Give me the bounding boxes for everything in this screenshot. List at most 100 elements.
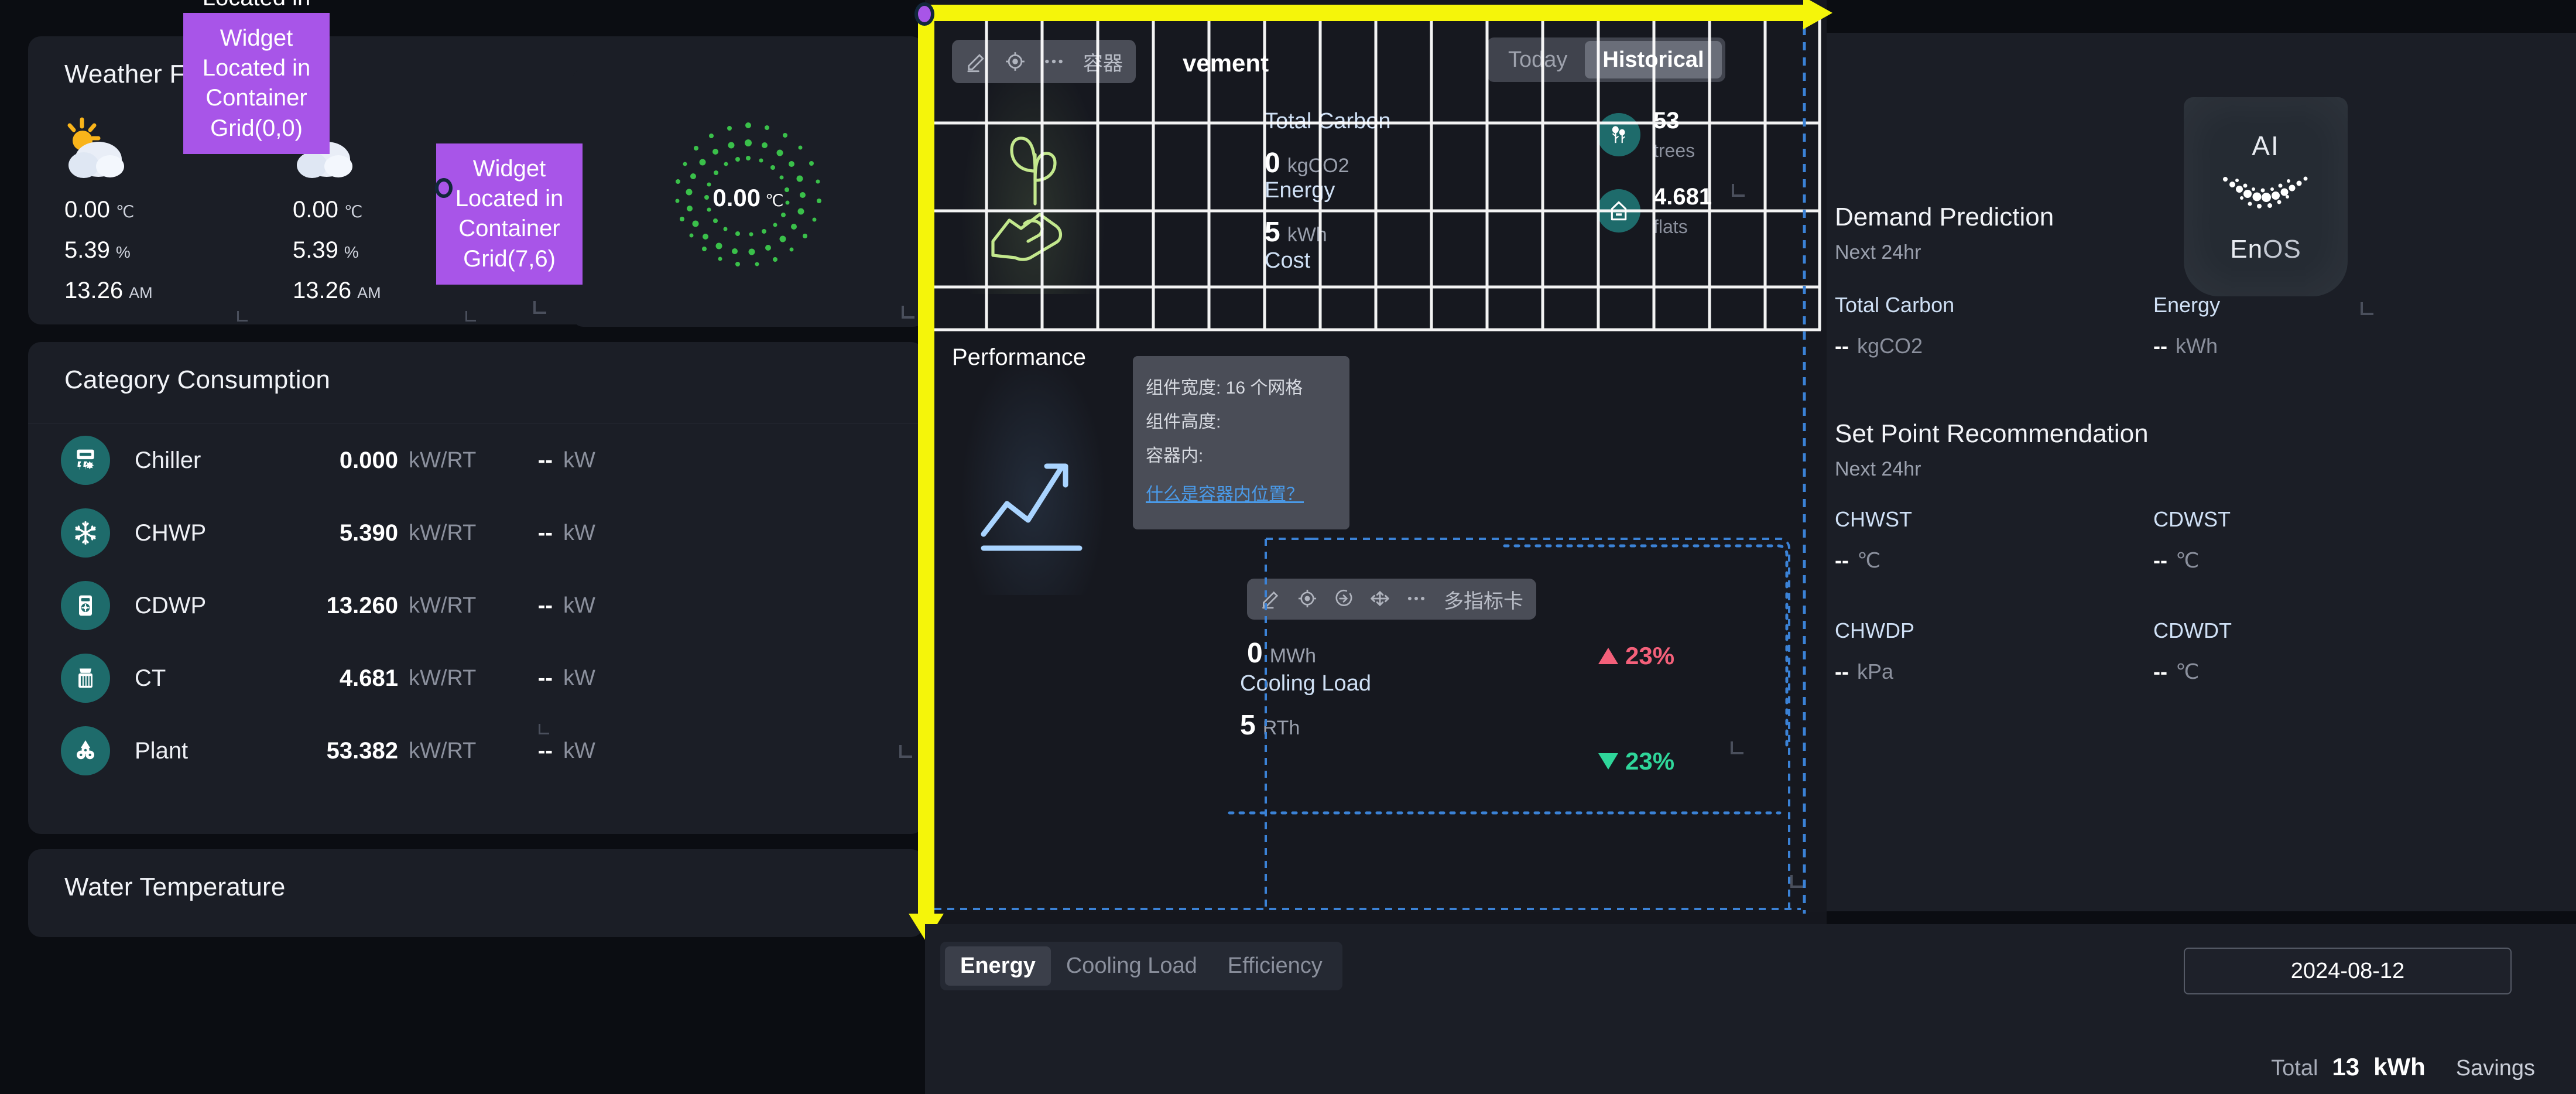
cell-label: Energy [2153, 293, 2221, 317]
demand-prediction-subtitle: Next 24hr [1835, 241, 1921, 264]
setpoint-recommendation-subtitle: Next 24hr [1835, 458, 1921, 480]
tab-cooling-load[interactable]: Cooling Load [1051, 946, 1212, 986]
tooltip-line-width: 组件宽度: 16 个网格 [1146, 378, 1303, 398]
enos-smile-icon [2216, 170, 2315, 222]
water-temperature-card: Water Temperature [28, 849, 924, 937]
weather-temp-value: 0.00 [293, 197, 338, 223]
table-row[interactable]: CT 4.681 kW/RT -- kW [28, 642, 924, 714]
right-panel: AI EnOS Demand Prediction Next 24hr Tota… [1827, 33, 2576, 911]
snowflake-icon [61, 508, 110, 558]
side-stat-trees: 53 trees [1597, 108, 1695, 162]
cell-unit: ℃ [2175, 548, 2200, 572]
chiller-icon [61, 436, 110, 485]
demand-cell-energy: Energy -- kWh [2153, 293, 2220, 358]
table-cell-unit: kW/RT [409, 593, 477, 618]
cell-number: -- [1835, 659, 1849, 683]
demand-prediction-title: Demand Prediction [1835, 203, 2054, 231]
trees-icon [1597, 113, 1640, 156]
table-cell-value: 53.382 [326, 737, 398, 764]
table-row[interactable]: CDWP 13.260 kW/RT -- kW [28, 569, 924, 642]
weather-time-value: 13.26 [64, 278, 124, 303]
weather-time-value: 13.26 [293, 278, 352, 303]
resize-handle[interactable] [533, 301, 546, 314]
kpi-energy: Energy 5 kWh [1265, 178, 1335, 248]
cell-unit: kgCO2 [1856, 334, 1923, 358]
widget-title: vement [1183, 49, 1269, 77]
demand-cell-total-carbon: Total Carbon -- kgCO2 [1835, 293, 1954, 358]
savings-label: Savings [2455, 1056, 2535, 1081]
cell-label: CHWST [1835, 507, 1912, 531]
more-icon[interactable] [1405, 587, 1429, 611]
metric-card-toolbar[interactable]: 多指标卡 [1247, 579, 1536, 620]
kpi-label: Cooling Load [1240, 671, 1371, 696]
tab-efficiency[interactable]: Efficiency [1212, 946, 1338, 986]
cooling-tower-icon [61, 654, 110, 703]
annotation-origin-callout: Widget Located in Container Grid(0,0) [183, 13, 330, 154]
weather-humidity-unit: % [115, 243, 131, 261]
metric-tabs[interactable]: Energy Cooling Load Efficiency [940, 942, 1342, 990]
cell-value: -- kPa [1835, 659, 1914, 684]
resize-handle[interactable] [1790, 875, 1803, 888]
resize-handle[interactable] [539, 724, 549, 734]
origin-marker-dot [914, 2, 934, 26]
table-cell-power-unit: kW [563, 738, 595, 763]
cell-label: CHWDP [1835, 618, 1914, 642]
tooltip-line-height: 组件高度: [1146, 412, 1221, 432]
kpi-label: Total Carbon [1265, 109, 1391, 134]
pencil-icon[interactable] [1260, 587, 1283, 611]
tab-today[interactable]: Today [1491, 41, 1585, 78]
table-row[interactable]: CHWP 5.390 kW/RT -- kW [28, 497, 924, 569]
resize-handle[interactable] [902, 306, 914, 319]
enos-label-os: OS [2263, 234, 2301, 264]
side-stat-value: 4.681 [1653, 184, 1712, 210]
pencil-icon[interactable] [965, 50, 988, 73]
center-widget-container: 容器 vement Today Historical Total Carbon … [925, 11, 1827, 912]
container-toolbar[interactable]: 容器 [952, 40, 1136, 83]
enos-label-en: En [2230, 234, 2263, 264]
cell-unit: kWh [2175, 334, 2218, 358]
table-row[interactable]: Plant 53.382 kW/RT -- kW [28, 714, 924, 787]
kpi-unit: MWh [1269, 645, 1317, 667]
table-cell-power: -- [537, 520, 553, 545]
table-cell-power-unit: kW [563, 520, 595, 545]
metric-card-toolbar-label: 多指标卡 [1444, 590, 1523, 613]
totals-row: Total 13 kWh Savings [2271, 1053, 2535, 1081]
table-cell-power: -- [537, 738, 553, 763]
resize-handle[interactable] [237, 311, 248, 322]
move-icon[interactable] [1369, 587, 1392, 611]
ai-label: AI [2252, 130, 2280, 161]
kpi-total-carbon: Total Carbon 0 kgCO2 [1265, 109, 1390, 179]
resize-handle[interactable] [1731, 741, 1743, 754]
more-icon[interactable] [1042, 50, 1066, 73]
weather-time-meridiem: AM [129, 284, 153, 302]
target-icon[interactable] [1003, 50, 1027, 73]
cell-number: -- [2153, 548, 2167, 572]
tooltip-help-link[interactable]: 什么是容器内位置？ [1146, 478, 1337, 512]
table-cell-name: CHWP [135, 519, 207, 546]
resize-handle[interactable] [899, 745, 912, 758]
enter-icon[interactable] [1332, 587, 1356, 611]
flats-icon [1597, 189, 1640, 233]
side-stat-text: 53 trees [1653, 108, 1695, 162]
time-range-toggle[interactable]: Today Historical [1487, 37, 1725, 82]
table-row[interactable]: Chiller 0.000 kW/RT -- kW [28, 424, 924, 497]
tab-historical[interactable]: Historical [1585, 41, 1722, 78]
table-cell-power: -- [537, 447, 553, 473]
weather-time-row: 13.26 AM [64, 278, 293, 304]
table-cell-power-unit: kW [563, 447, 595, 473]
target-icon[interactable] [1296, 587, 1320, 611]
kpi-unit: kgCO2 [1287, 155, 1349, 177]
resize-handle[interactable] [2361, 302, 2373, 315]
widget-marker-dot [435, 178, 453, 198]
container-toolbar-label: 容器 [1083, 52, 1123, 75]
resize-handle[interactable] [1732, 184, 1745, 197]
water-temperature-title: Water Temperature [64, 873, 286, 901]
tab-energy[interactable]: Energy [945, 946, 1051, 986]
side-stat-unit: trees [1653, 140, 1695, 161]
date-picker[interactable]: 2024-08-12 [2184, 948, 2512, 994]
resize-handle[interactable] [465, 311, 476, 322]
kpi-cooling-load: Cooling Load 5 RTh [1240, 671, 1371, 741]
cell-value: -- ℃ [2153, 548, 2231, 573]
table-cell-name: CDWP [135, 592, 207, 618]
kpi-number: 5 [1265, 217, 1280, 248]
